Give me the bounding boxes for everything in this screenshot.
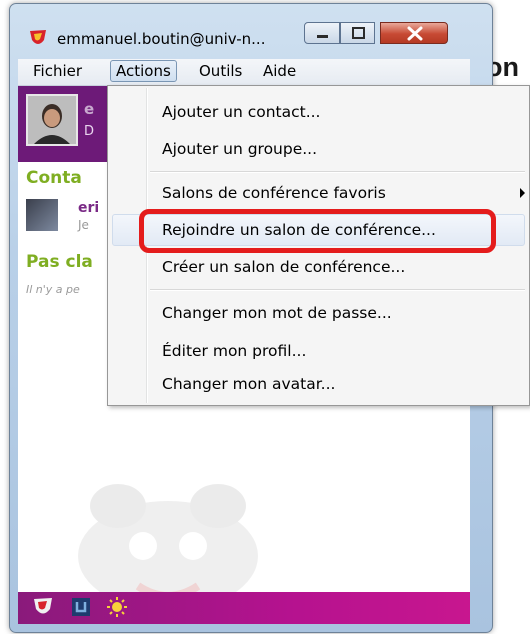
empty-group-text: Il n'y a pe xyxy=(26,283,80,296)
menu-item-add-contact[interactable]: Ajouter un contact... xyxy=(162,101,321,123)
close-icon xyxy=(407,26,423,41)
window-title: emmanuel.boutin@univ-n... xyxy=(57,30,266,48)
menu-item-favorite-rooms[interactable]: Salons de conférence favoris xyxy=(162,182,386,204)
profile-status[interactable]: D xyxy=(84,124,94,139)
app-logo-icon xyxy=(30,30,46,44)
contacts-section-title[interactable]: Conta xyxy=(26,168,82,188)
menu-fichier[interactable]: Fichier xyxy=(28,61,87,81)
app-logo-icon[interactable] xyxy=(32,596,54,618)
menu-item-create-room[interactable]: Créer un salon de conférence... xyxy=(162,256,405,278)
submenu-arrow-icon xyxy=(520,188,525,198)
minimize-button[interactable] xyxy=(304,22,340,44)
maximize-icon xyxy=(352,27,365,39)
contact-name[interactable]: eri xyxy=(78,200,99,216)
menu-aide[interactable]: Aide xyxy=(258,61,301,81)
menu-item-change-avatar[interactable]: Changer mon avatar... xyxy=(162,373,335,395)
minimize-icon xyxy=(317,35,328,38)
menu-item-add-group[interactable]: Ajouter un groupe... xyxy=(162,138,317,160)
maximize-button[interactable] xyxy=(340,22,375,44)
mascot-watermark-icon xyxy=(78,484,258,592)
menu-actions[interactable]: Actions xyxy=(110,60,177,82)
profile-name: e xyxy=(84,100,95,118)
menu-item-edit-profile[interactable]: Éditer mon profil... xyxy=(162,340,306,362)
bottom-toolbar xyxy=(18,592,470,624)
network-icon[interactable] xyxy=(70,596,92,618)
menu-outils[interactable]: Outils xyxy=(194,61,247,81)
menu-separator xyxy=(150,289,525,291)
status-sun-icon[interactable] xyxy=(106,596,128,618)
window-titlebar[interactable]: emmanuel.boutin@univ-n... xyxy=(10,4,492,56)
menu-separator xyxy=(150,171,525,173)
contact-avatar xyxy=(26,199,58,231)
close-button[interactable] xyxy=(380,22,448,44)
unclassified-section-title[interactable]: Pas cla xyxy=(26,252,93,272)
avatar[interactable] xyxy=(26,94,78,146)
user-photo-icon xyxy=(28,96,76,144)
contact-status: Je xyxy=(78,218,89,232)
highlight-annotation-box xyxy=(139,209,496,253)
menu-item-change-password[interactable]: Changer mon mot de passe... xyxy=(162,302,392,324)
menu-bar: Fichier Actions Outils Aide xyxy=(18,59,470,86)
